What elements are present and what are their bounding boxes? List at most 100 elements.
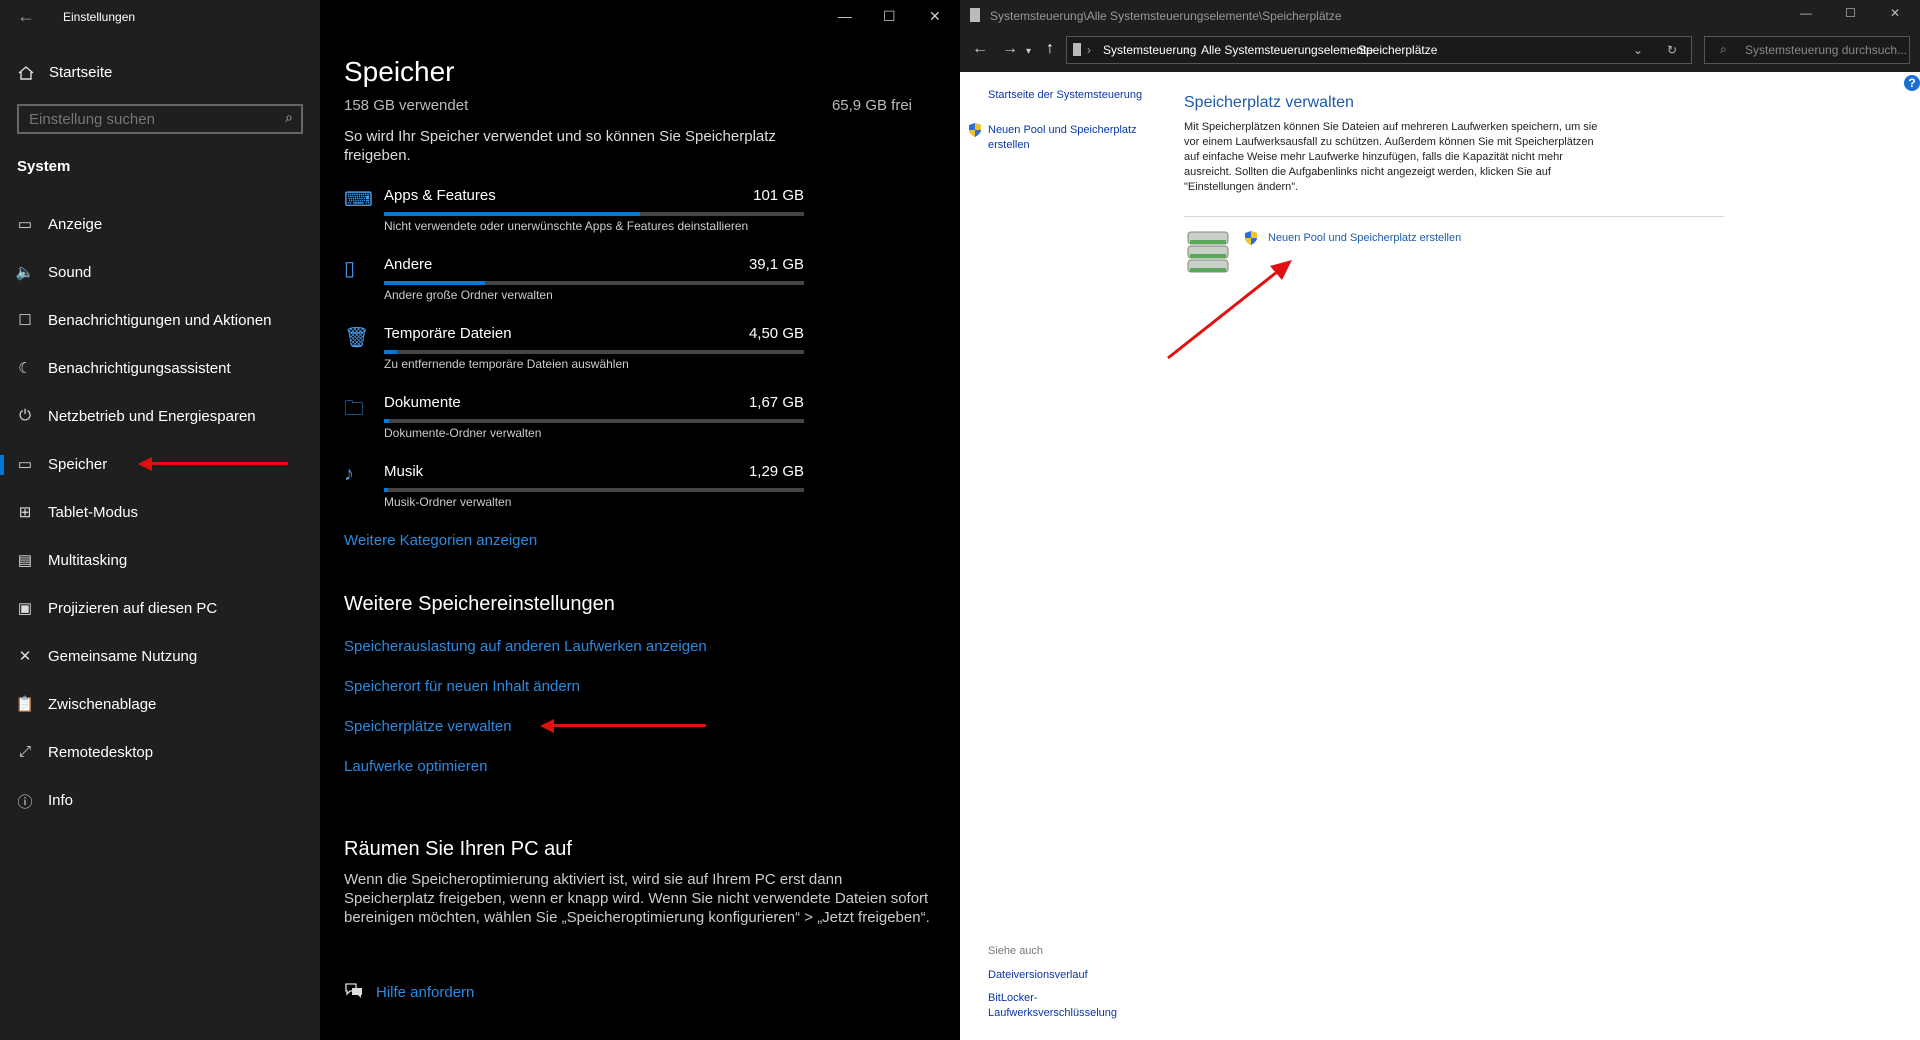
category-usage-fill <box>384 212 641 216</box>
recent-dropdown-icon[interactable]: ▾ <box>1026 46 1031 57</box>
apps-icon: ⌨ <box>344 189 373 211</box>
sidebar-item-info[interactable]: ⓘ Info <box>0 779 320 823</box>
sidebar-item-multitasking[interactable]: ▤ Multitasking <box>0 539 320 583</box>
sidebar-item-label: Benachrichtigungen und Aktionen <box>48 312 272 329</box>
see-also-bitlocker[interactable]: BitLocker-Laufwerksverschlüsselung <box>988 991 1138 1021</box>
control-panel-icon <box>970 8 980 22</box>
create-pool-link[interactable]: Neuen Pool und Speicherplatz erstellen <box>1268 231 1461 246</box>
settings-content: — ☐ ✕ Speicher 158 GB verwendet 65,9 GB … <box>320 0 960 1040</box>
cp-search[interactable]: ⌕ Systemsteuerung durchsuch... <box>1704 36 1910 64</box>
music-icon: ♪ <box>344 463 354 485</box>
settings-sidebar: ← Einstellungen Startseite ⌕ System ▭ Anz… <box>0 0 320 1040</box>
project-icon: ▣ <box>17 600 33 617</box>
maximize-icon[interactable]: ☐ <box>883 8 896 25</box>
more-categories-link[interactable]: Weitere Kategorien anzeigen <box>344 532 537 549</box>
page-title: Speicher <box>344 56 455 87</box>
category-size: 1,29 GB <box>748 463 804 480</box>
address-box[interactable]: › Systemsteuerung › Alle Systemsteuerung… <box>1066 36 1692 64</box>
cp-minimize-icon[interactable]: — <box>1800 6 1812 20</box>
moon-icon: ☾ <box>18 360 32 377</box>
cp-maximize-icon[interactable]: ☐ <box>1845 6 1856 20</box>
sidebar-item-label: Remotedesktop <box>48 744 154 761</box>
help-link[interactable]: Hilfe anfordern <box>376 984 474 1001</box>
used-space: 158 GB verwendet <box>344 97 469 114</box>
sidebar-item-benachrichtigungsassistent[interactable]: ☾ Benachrichtigungsassistent <box>0 347 320 391</box>
link-other-drives[interactable]: Speicherauslastung auf anderen Laufwerke… <box>344 638 707 655</box>
sidebar-item-anzeige[interactable]: ▭ Anzeige <box>0 203 320 247</box>
refresh-icon[interactable]: ↻ <box>1667 43 1677 57</box>
category-description: Nicht verwendete oder unerwünschte Apps … <box>384 219 749 233</box>
help-icon[interactable]: ? <box>1904 75 1920 91</box>
annotation-arrow <box>540 719 706 733</box>
search-icon[interactable]: ⌕ <box>285 109 293 126</box>
power-icon: ⏻ <box>19 407 31 424</box>
sidebar-item-label: Netzbetrieb und Energiesparen <box>48 408 256 425</box>
speaker-icon: 🔈 <box>15 264 35 281</box>
nav-home[interactable]: Startseite <box>17 62 317 84</box>
nav-forward-icon[interactable]: → <box>1002 40 1018 58</box>
sidebar-item-sound[interactable]: 🔈 Sound <box>0 251 320 295</box>
back-arrow-icon[interactable]: ← <box>17 6 35 27</box>
category-size: 39,1 GB <box>748 256 804 273</box>
help-chat-icon[interactable] <box>344 982 364 1000</box>
sidebar-item-gemeinsame-nutzung[interactable]: ✕ Gemeinsame Nutzung <box>0 635 320 679</box>
cp-divider <box>1184 216 1724 217</box>
cp-close-icon[interactable]: ✕ <box>1890 6 1900 20</box>
storage-icon: ▭ <box>17 456 33 473</box>
settings-search[interactable]: ⌕ <box>17 104 303 134</box>
category-usage-bar <box>384 488 804 492</box>
annotation-arrow <box>138 457 288 471</box>
cp-search-placeholder: Systemsteuerung durchsuch... <box>1745 43 1908 57</box>
cleanup-text: Wenn die Speicheroptimierung aktiviert i… <box>344 871 930 926</box>
category-usage-bar <box>384 281 804 285</box>
more-settings-heading: Weitere Speichereinstellungen <box>344 593 615 615</box>
link-manage-spaces[interactable]: Speicherplätze verwalten <box>344 718 512 735</box>
link-optimize-drives[interactable]: Laufwerke optimieren <box>344 758 487 775</box>
remote-icon: ⤢ <box>18 743 31 760</box>
close-icon[interactable]: ✕ <box>929 8 941 25</box>
address-dropdown-icon[interactable]: ⌄ <box>1633 43 1643 57</box>
nav-home-label: Startseite <box>49 64 113 81</box>
cp-home-link[interactable]: Startseite der Systemsteuerung <box>988 88 1142 103</box>
cp-search-icon[interactable]: ⌕ <box>1720 42 1727 57</box>
settings-window: ← Einstellungen Startseite ⌕ System ▭ Anz… <box>0 0 960 1040</box>
sidebar-item-label: Multitasking <box>48 552 128 569</box>
settings-search-input[interactable] <box>27 110 271 129</box>
crumb-separator-icon: › <box>1185 43 1189 57</box>
sidebar-item-label: Info <box>48 792 74 809</box>
sidebar-item-label: Speicher <box>48 456 108 473</box>
breadcrumb-all-items[interactable]: Alle Systemsteuerungselemente <box>1201 43 1373 57</box>
share-icon: ✕ <box>18 648 32 665</box>
nav-back-icon[interactable]: ← <box>972 40 988 58</box>
annotation-arrow <box>1167 260 1292 360</box>
cp-heading: Speicherplatz verwalten <box>1184 94 1354 111</box>
link-change-location[interactable]: Speicherort für neuen Inhalt ändern <box>344 678 580 695</box>
info-icon: ⓘ <box>17 794 33 811</box>
cp-side-new-pool-link[interactable]: Neuen Pool und Speicherplatz erstellen <box>988 123 1158 153</box>
breadcrumb-storage-spaces[interactable]: Speicherplätze <box>1358 43 1437 57</box>
sidebar-item-projizieren-auf-diesen-pc[interactable]: ▣ Projizieren auf diesen PC <box>0 587 320 631</box>
nav-up-icon[interactable]: ↑ <box>1046 40 1054 58</box>
category-usage-fill <box>384 488 389 492</box>
minimize-icon[interactable]: — <box>838 8 852 24</box>
category-name: Musik <box>384 463 424 480</box>
trash-icon: 🗑 <box>344 327 370 349</box>
breadcrumb-systemsteuerung[interactable]: Systemsteuerung <box>1103 43 1196 57</box>
category-size: 1,67 GB <box>748 394 804 411</box>
cp-description: Mit Speicherplätzen können Sie Dateien a… <box>1184 121 1598 193</box>
sidebar-item-remotedesktop[interactable]: ⤢ Remotedesktop <box>0 731 320 775</box>
sidebar-item-label: Anzeige <box>48 216 103 233</box>
crumb-separator-icon: › <box>1342 43 1346 57</box>
uac-shield-icon <box>1245 231 1257 245</box>
see-also-file-history[interactable]: Dateiversionsverlauf <box>988 968 1088 983</box>
sidebar-item-tablet-modus[interactable]: ⊞ Tablet-Modus <box>0 491 320 535</box>
cleanup-heading: Räumen Sie Ihren PC auf <box>344 838 572 860</box>
category-description: Andere große Ordner verwalten <box>384 288 553 302</box>
category-name: Temporäre Dateien <box>384 325 512 342</box>
sidebar-item-label: Zwischenablage <box>48 696 157 713</box>
sidebar-item-zwischenablage[interactable]: 📋 Zwischenablage <box>0 683 320 727</box>
sidebar-item-benachrichtigungen-und-aktionen[interactable]: ☐ Benachrichtigungen und Aktionen <box>0 299 320 343</box>
category-usage-fill <box>384 419 390 423</box>
sidebar-item-label: Sound <box>48 264 92 281</box>
sidebar-item-netzbetrieb-und-energiesparen[interactable]: ⏻ Netzbetrieb und Energiesparen <box>0 395 320 439</box>
